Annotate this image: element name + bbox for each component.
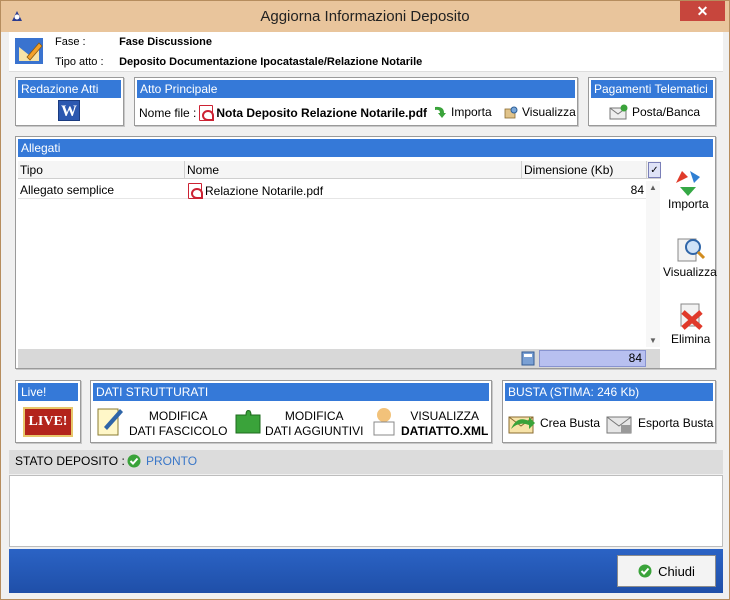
dati-strutturati-header: DATI STRUTTURATI [93,383,489,401]
modifica-aggiuntivi-line2: DATI AGGIUNTIVI [265,424,364,438]
stato-deposito-bar: STATO DEPOSITO : PRONTO [9,450,723,474]
import-recycle-icon [676,171,701,196]
modifica-dati-aggiuntivi-button[interactable]: MODIFICA DATI AGGIUNTIVI [265,409,363,439]
modifica-dati-fascicolo-button[interactable]: MODIFICA DATI FASCICOLO [129,409,227,439]
total-size: 84 [539,350,646,367]
visualizza-datiatto-line2: DATIATTO.XML [401,424,489,438]
row-dimensione: 84 [630,183,644,197]
live-header: Live! [18,383,78,401]
crea-busta-button[interactable]: Crea Busta [507,409,600,437]
column-chooser-icon[interactable]: ✓ [648,162,661,178]
atto-principale-panel: Atto Principale Nome file : Nota Deposit… [134,77,578,126]
busta-header: BUSTA (STIMA: 246 Kb) [505,383,713,401]
fase-row: Fase : Fase Discussione [55,36,212,48]
scroll-down-icon[interactable]: ▼ [649,336,657,345]
check-icon [638,564,652,578]
visualizza-attachment-button[interactable]: Visualizza [663,233,717,279]
live-panel: Live! LIVE! [15,380,81,443]
client-area: Fase : Fase Discussione Tipo atto : Depo… [9,32,723,593]
log-text-area[interactable] [9,475,723,547]
fase-value: Fase Discussione [119,36,212,48]
file-label: Nome file : [139,106,197,120]
stato-deposito-value: PRONTO [146,454,198,468]
importa-main-button[interactable]: Importa [432,104,492,120]
word-icon[interactable]: W [58,100,80,121]
chiudi-button[interactable]: Chiudi [617,555,716,587]
title-bar: Aggiorna Informazioni Deposito ✕ [1,1,729,32]
edit-notepad-icon [97,408,123,436]
atto-principale-header: Atto Principale [137,80,575,98]
visualizza-datiatto-button[interactable]: VISUALIZZA DATIATTO.XML [401,409,488,439]
posta-banca-button[interactable]: Posta/Banca [609,104,700,120]
redazione-atti-header: Redazione Atti [18,80,121,98]
column-nome[interactable]: Nome [185,161,522,179]
window-title: Aggiorna Informazioni Deposito [260,8,470,25]
modifica-fascicolo-line2: DATI FASCICOLO [129,424,228,438]
row-nome: Relazione Notarile.pdf [205,184,324,198]
dati-strutturati-panel: DATI STRUTTURATI MODIFICA DATI FASCICOLO… [90,380,492,443]
total-row: 84 [18,349,660,368]
footer-bar: Chiudi [9,549,723,593]
visualizza-main-button[interactable]: Visualizza [503,104,576,120]
live-badge[interactable]: LIVE! [23,407,73,437]
tipo-atto-value: Deposito Documentazione Ipocatastale/Rel… [119,56,423,68]
delete-icon [680,303,703,330]
allegati-panel: Allegati Tipo Nome Dimensione (Kb) ✓ All… [15,136,717,369]
modifica-fascicolo-line1: MODIFICA [148,409,208,423]
busta-panel: BUSTA (STIMA: 246 Kb) Crea Busta Esporta… [502,380,716,443]
close-button[interactable]: ✕ [680,1,725,21]
stato-deposito-label: STATO DEPOSITO : [15,454,125,468]
export-envelope-icon [606,416,632,434]
importa-attachment-label: Importa [668,197,709,211]
payment-envelope-icon [609,104,628,120]
pdf-icon [199,105,215,121]
vertical-scrollbar[interactable]: ▲ ▼ [646,181,660,347]
esporta-busta-button[interactable]: Esporta Busta [605,409,713,437]
calculator-icon [521,351,535,366]
status-check-icon [127,454,141,468]
esporta-busta-label: Esporta Busta [638,416,714,430]
importa-attachment-button[interactable]: Importa [668,167,709,211]
visualizza-attachment-label: Visualizza [663,265,717,279]
pagamenti-panel: Pagamenti Telematici Posta/Banca [588,77,716,126]
tipo-atto-row: Tipo atto : Deposito Documentazione Ipoc… [55,56,422,68]
grid-header: Tipo Nome Dimensione (Kb) ✓ [18,161,661,179]
attachment-pdf-icon [188,183,203,199]
fase-label: Fase : [55,36,86,48]
info-header: Fase : Fase Discussione Tipo atto : Depo… [9,32,723,72]
importa-main-label: Importa [451,105,492,119]
table-row[interactable]: Allegato semplice Relazione Notarile.pdf… [18,181,646,199]
posta-banca-label: Posta/Banca [632,105,701,119]
main-file-name: Nota Deposito Relazione Notarile.pdf [216,106,428,120]
puzzle-icon [235,410,261,434]
tipo-atto-label: Tipo atto : [55,56,104,68]
column-tipo[interactable]: Tipo [18,161,185,179]
scroll-up-icon[interactable]: ▲ [649,183,657,192]
dialog-window: Aggiorna Informazioni Deposito ✕ Fase : … [0,0,730,600]
allegati-grid: Tipo Nome Dimensione (Kb) ✓ Allegato sem… [16,137,662,368]
column-dimensione[interactable]: Dimensione (Kb) [522,161,647,179]
chiudi-label: Chiudi [658,563,695,579]
file-row: Nome file : Nota Deposito Relazione Nota… [139,105,427,121]
user-document-icon [373,408,395,436]
view-magnifier-icon [677,238,705,262]
visualizza-main-label: Visualizza [522,105,576,119]
import-arrow-icon [435,106,446,118]
pagamenti-header: Pagamenti Telematici [591,80,713,98]
deposit-edit-icon [15,38,43,64]
create-envelope-icon [508,416,535,434]
view-document-icon [504,106,518,119]
visualizza-datiatto-line1: VISUALIZZA [410,409,479,423]
elimina-attachment-button[interactable]: Elimina [671,300,710,346]
crea-busta-label: Crea Busta [540,416,601,430]
elimina-attachment-label: Elimina [671,332,711,346]
redazione-atti-panel: Redazione Atti W [15,77,124,126]
row-tipo: Allegato semplice [20,183,115,197]
modifica-aggiuntivi-line1: MODIFICA [284,409,344,423]
